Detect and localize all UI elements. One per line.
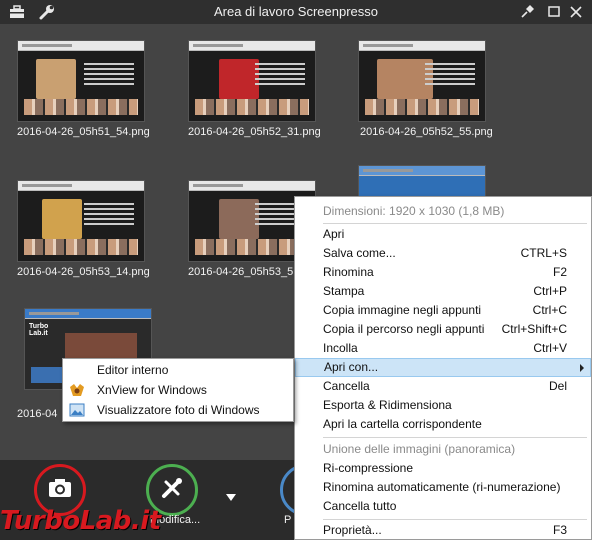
menu-item-open-with[interactable]: Apri con... bbox=[295, 358, 591, 377]
menu-item-print[interactable]: Stampa Ctrl+P bbox=[295, 282, 591, 301]
menu-item-paste[interactable]: Incolla Ctrl+V bbox=[295, 339, 591, 358]
share-button-label: P bbox=[284, 514, 292, 526]
submenu-arrow-icon bbox=[580, 364, 584, 372]
menu-item-copy-image[interactable]: Copia immagine negli appunti Ctrl+C bbox=[295, 301, 591, 320]
thumbnail-caption: 2016-04-26_05h53_51 bbox=[188, 266, 300, 278]
dropdown-arrow-icon[interactable] bbox=[224, 492, 238, 502]
context-menu: Dimensioni: 1920 x 1030 (1,8 MB) Apri Sa… bbox=[294, 196, 592, 540]
thumbnail-caption: 2016-04-26_05h53_14.png bbox=[17, 266, 150, 278]
screenshot-thumbnail[interactable] bbox=[17, 40, 145, 122]
thumbnail-caption: 2016-04-26_05h52_55.png bbox=[360, 126, 493, 138]
menu-item-delete-all[interactable]: Cancella tutto bbox=[295, 497, 591, 516]
window-title: Area di lavoro Screenpresso bbox=[213, 4, 379, 19]
menu-item-export-resize[interactable]: Esporta & Ridimensiona bbox=[295, 396, 591, 415]
menu-item-delete[interactable]: Cancella Del bbox=[295, 377, 591, 396]
thumbnail-caption: 2016-04 bbox=[17, 408, 58, 420]
menu-header-dimensions: Dimensioni: 1920 x 1030 (1,8 MB) bbox=[323, 204, 505, 218]
menu-item-panorama: Unione delle immagini (panoramica) bbox=[323, 442, 516, 456]
pin-icon[interactable] bbox=[518, 3, 536, 21]
menu-item-recompress[interactable]: Ri-compressione bbox=[295, 459, 591, 478]
submenu-item-photo-viewer[interactable]: Visualizzatore foto di Windows bbox=[63, 400, 293, 420]
photo-viewer-icon bbox=[69, 403, 85, 417]
open-with-submenu: Editor interno XnView for Windows Visual… bbox=[62, 358, 294, 422]
watermark-logo: TurboLab.it bbox=[0, 506, 161, 536]
menu-item-rename[interactable]: Rinomina F2 bbox=[295, 263, 591, 282]
maximize-icon[interactable] bbox=[545, 3, 563, 21]
submenu-item-xnview[interactable]: XnView for Windows bbox=[63, 380, 293, 400]
submenu-item-internal-editor[interactable]: Editor interno bbox=[63, 360, 293, 380]
menu-item-open[interactable]: Apri bbox=[295, 225, 591, 244]
screenshot-thumbnail[interactable] bbox=[188, 40, 316, 122]
menu-item-properties[interactable]: Proprietà... F3 bbox=[295, 521, 591, 540]
edit-tools-icon bbox=[158, 474, 186, 507]
screenshot-thumbnail[interactable] bbox=[17, 180, 145, 262]
thumbnail-caption: 2016-04-26_05h51_54.png bbox=[17, 126, 150, 138]
title-bar: Area di lavoro Screenpresso bbox=[0, 0, 592, 24]
thumbnail-caption: 2016-04-26_05h52_31.png bbox=[188, 126, 321, 138]
menu-item-copy-path[interactable]: Copia il percorso negli appunti Ctrl+Shif… bbox=[295, 320, 591, 339]
menu-item-auto-rename[interactable]: Rinomina automaticamente (ri-numerazione… bbox=[295, 478, 591, 497]
camera-icon bbox=[46, 474, 74, 507]
menu-item-open-folder[interactable]: Apri la cartella corrispondente bbox=[295, 415, 591, 434]
close-icon[interactable] bbox=[567, 3, 585, 21]
xnview-icon bbox=[70, 384, 84, 396]
menu-item-save-as[interactable]: Salva come... CTRL+S bbox=[295, 244, 591, 263]
screenshot-thumbnail[interactable] bbox=[358, 40, 486, 122]
